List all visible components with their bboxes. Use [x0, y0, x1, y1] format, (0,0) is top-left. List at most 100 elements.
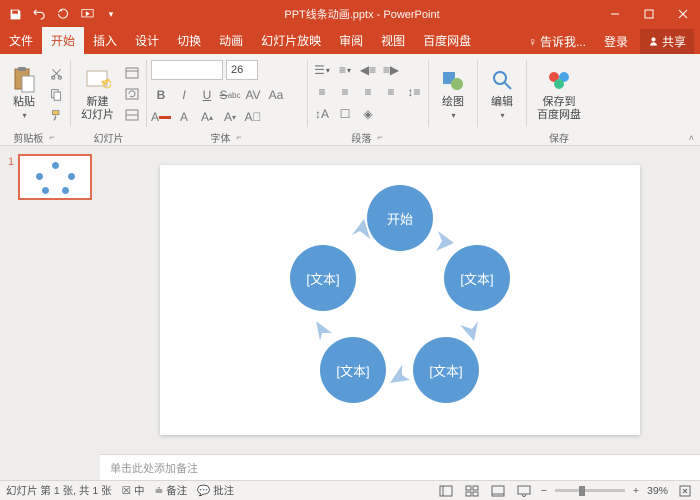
slideshow-view-button[interactable] [515, 484, 533, 498]
bold-button[interactable]: B [151, 85, 171, 105]
italic-button[interactable]: I [174, 85, 194, 105]
lightbulb-icon: ♀ [528, 35, 537, 49]
group-slides: 新建 幻灯片 幻灯片 [71, 54, 146, 145]
tab-file[interactable]: 文件 [0, 27, 42, 54]
notes-toggle[interactable]: ≐ 备注 [154, 483, 187, 498]
highlight-button[interactable]: A [174, 107, 194, 127]
zoom-slider[interactable] [555, 489, 625, 492]
slide[interactable]: 开始 [文本] [文本] [文本] [文本] [160, 165, 640, 435]
group-save-baidu: 保存到 百度网盘 保存 [527, 54, 591, 145]
align-left-button[interactable]: ≡ [312, 82, 332, 102]
strikethrough-button[interactable]: Sabc [220, 85, 240, 105]
zoom-level[interactable]: 39% [647, 485, 668, 497]
window-controls [598, 0, 700, 28]
group-paragraph: ☰▾ ≡▾ ◀≡ ≡▶ ≡ ≡ ≡ ≡ ↕≡ ↕A ☐ ◈ 段落⌐ [308, 54, 428, 145]
slide-canvas-area[interactable]: 开始 [文本] [文本] [文本] [文本] [100, 146, 700, 454]
collapse-ribbon-button[interactable]: ˄ [687, 133, 696, 143]
window-title: PPT线条动画.pptx - PowerPoint [126, 6, 598, 22]
clipboard-launcher[interactable]: ⌐ [47, 132, 56, 142]
comments-toggle[interactable]: 💬 批注 [197, 483, 234, 498]
tab-slideshow[interactable]: 幻灯片放映 [252, 27, 330, 54]
new-slide-icon [84, 66, 112, 94]
group-clipboard: 粘贴▾ 剪贴板⌐ [0, 54, 70, 145]
minimize-button[interactable] [598, 0, 632, 28]
redo-icon[interactable] [56, 7, 70, 21]
align-text-button[interactable]: ☐ [335, 104, 355, 124]
tell-me-button[interactable]: ♀告诉我... [522, 29, 592, 54]
normal-view-button[interactable] [437, 484, 455, 498]
fit-to-window-button[interactable] [676, 484, 694, 498]
font-family-selector[interactable] [151, 60, 223, 80]
ribbon-tabs: 文件 开始 插入 设计 切换 动画 幻灯片放映 审阅 视图 百度网盘 ♀告诉我.… [0, 28, 700, 54]
copy-button[interactable] [47, 85, 65, 103]
save-to-baidu-button[interactable]: 保存到 百度网盘 [531, 60, 587, 124]
share-button[interactable]: 共享 [640, 29, 694, 54]
zoom-in-button[interactable]: + [633, 485, 639, 497]
bullets-button[interactable]: ☰▾ [312, 60, 332, 80]
clear-formatting-button[interactable]: A⃠ [243, 107, 263, 127]
cycle-node-5[interactable]: [文本] [290, 245, 356, 311]
quick-access-toolbar: ▾ [0, 7, 126, 21]
share-icon [648, 36, 659, 47]
start-slideshow-icon[interactable] [80, 7, 94, 21]
layout-button[interactable] [123, 64, 141, 82]
section-button[interactable] [123, 106, 141, 124]
cut-button[interactable] [47, 64, 65, 82]
change-case-button[interactable]: Aa [266, 85, 286, 105]
undo-icon[interactable] [32, 7, 46, 21]
reading-view-button[interactable] [489, 484, 507, 498]
notes-pane[interactable]: 单击此处添加备注 [100, 454, 700, 480]
maximize-button[interactable] [632, 0, 666, 28]
slide-thumbnail-1[interactable] [18, 154, 92, 200]
new-slide-button[interactable]: 新建 幻灯片 [75, 60, 120, 124]
tab-design[interactable]: 设计 [126, 27, 168, 54]
drawing-button[interactable]: 绘图▾ [433, 60, 473, 124]
paste-button[interactable]: 粘贴▾ [4, 60, 44, 124]
text-direction-button[interactable]: ↕A [312, 104, 332, 124]
paragraph-launcher[interactable]: ⌐ [375, 132, 384, 142]
align-center-button[interactable]: ≡ [335, 82, 355, 102]
smartart-button[interactable]: ◈ [358, 104, 378, 124]
font-color-button[interactable]: A [151, 107, 171, 127]
line-spacing-button[interactable]: ↕≡ [404, 82, 424, 102]
group-drawing: 绘图▾ [429, 54, 477, 145]
editing-button[interactable]: 编辑▾ [482, 60, 522, 124]
justify-button[interactable]: ≡ [381, 82, 401, 102]
login-button[interactable]: 登录 [598, 29, 634, 54]
tab-transitions[interactable]: 切换 [168, 27, 210, 54]
increase-font-button[interactable]: A▴ [197, 107, 217, 127]
cycle-node-2[interactable]: [文本] [444, 245, 510, 311]
workspace: 1 开始 [文本] [文本] [文本] [文本] [0, 146, 700, 480]
statusbar: 幻灯片 第 1 张, 共 1 张 ☒ 中 ≐ 备注 💬 批注 − + 39% [0, 480, 700, 500]
slide-counter: 幻灯片 第 1 张, 共 1 张 [6, 483, 112, 498]
cycle-node-3[interactable]: [文本] [413, 337, 479, 403]
zoom-out-button[interactable]: − [541, 485, 547, 497]
reset-button[interactable] [123, 85, 141, 103]
close-button[interactable] [666, 0, 700, 28]
font-launcher[interactable]: ⌐ [234, 132, 243, 142]
qat-dropdown-icon[interactable]: ▾ [104, 7, 118, 21]
underline-button[interactable]: U [197, 85, 217, 105]
cycle-node-1[interactable]: 开始 [367, 185, 433, 251]
tab-animations[interactable]: 动画 [210, 27, 252, 54]
tab-home[interactable]: 开始 [42, 27, 84, 54]
format-painter-button[interactable] [47, 106, 65, 124]
thumbnail-number: 1 [8, 154, 14, 200]
cycle-node-4[interactable]: [文本] [320, 337, 386, 403]
tab-baidu[interactable]: 百度网盘 [414, 27, 480, 54]
increase-indent-button[interactable]: ≡▶ [381, 60, 401, 80]
char-spacing-button[interactable]: AV [243, 85, 263, 105]
numbering-button[interactable]: ≡▾ [335, 60, 355, 80]
save-icon[interactable] [8, 7, 22, 21]
tab-insert[interactable]: 插入 [84, 27, 126, 54]
shapes-icon [439, 66, 467, 94]
align-right-button[interactable]: ≡ [358, 82, 378, 102]
font-size-selector[interactable]: 26 [226, 60, 258, 80]
tab-view[interactable]: 视图 [372, 27, 414, 54]
tab-review[interactable]: 审阅 [330, 27, 372, 54]
decrease-indent-button[interactable]: ◀≡ [358, 60, 378, 80]
decrease-font-button[interactable]: A▾ [220, 107, 240, 127]
find-icon [488, 66, 516, 94]
language-indicator[interactable]: ☒ 中 [122, 483, 145, 498]
sorter-view-button[interactable] [463, 484, 481, 498]
